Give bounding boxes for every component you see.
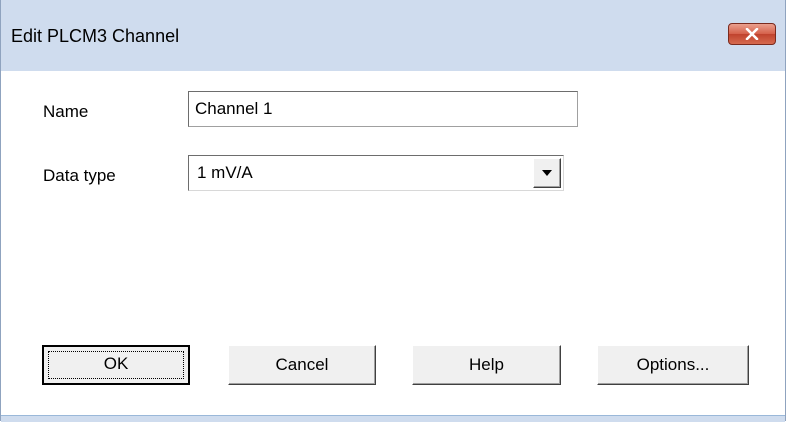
edit-channel-dialog: Edit PLCM3 Channel Name Data type 1 mV/A… [0, 0, 786, 422]
ok-button-label: OK [103, 354, 129, 373]
name-label: Name [43, 102, 89, 121]
data-type-label: Data type [43, 166, 116, 185]
title-bar: Edit PLCM3 Channel [1, 0, 785, 71]
close-button[interactable] [728, 23, 776, 45]
cancel-button[interactable]: Cancel [228, 345, 376, 385]
name-input[interactable] [188, 91, 578, 127]
data-type-select[interactable]: 1 mV/A [188, 155, 564, 191]
dialog-body: Name Data type 1 mV/A OK Cancel Help Opt… [1, 71, 785, 415]
help-button[interactable]: Help [412, 345, 561, 385]
dialog-title: Edit PLCM3 Channel [11, 26, 180, 46]
data-type-dropdown-button[interactable] [533, 158, 561, 188]
ok-button[interactable]: OK [42, 345, 190, 385]
chevron-down-icon [542, 170, 552, 176]
data-type-value: 1 mV/A [197, 163, 253, 182]
options-button[interactable]: Options... [597, 345, 749, 385]
close-icon [745, 28, 759, 40]
